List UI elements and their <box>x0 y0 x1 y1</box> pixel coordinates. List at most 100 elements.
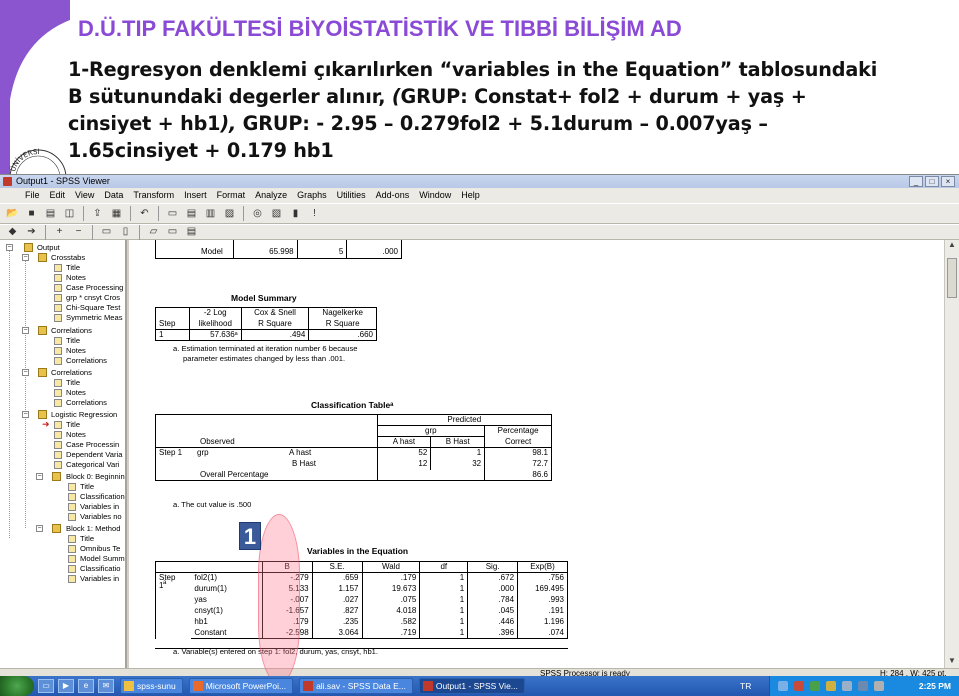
outline-item[interactable]: Title <box>66 420 80 430</box>
expand-toggle[interactable]: − <box>22 254 29 261</box>
outline-item[interactable]: Title <box>80 534 94 544</box>
menu-file[interactable]: File <box>20 188 45 203</box>
outline-item[interactable]: Dependent Varia <box>66 450 122 460</box>
taskbar-item[interactable]: spss-sunu <box>120 678 183 694</box>
export-icon[interactable]: ⇪ <box>89 206 106 222</box>
outline-item[interactable]: Case Processing <box>66 283 123 293</box>
goto-data-icon[interactable]: ▭ <box>164 206 181 222</box>
outline-item[interactable]: Logistic Regression <box>51 410 117 420</box>
outline-item[interactable]: Variables no <box>80 512 122 522</box>
outline-item[interactable]: Correlations <box>51 326 92 336</box>
network-tray-icon[interactable] <box>810 681 820 691</box>
display-tray-icon[interactable] <box>858 681 868 691</box>
expand-icon[interactable]: + <box>51 224 68 240</box>
menu-utilities[interactable]: Utilities <box>332 188 371 203</box>
volume-tray-icon[interactable] <box>842 681 852 691</box>
scroll-up-icon[interactable]: ▲ <box>945 240 959 252</box>
outline-item[interactable]: Title <box>80 482 94 492</box>
outline-item[interactable]: Output <box>37 243 60 253</box>
select-last-output-icon[interactable]: ◎ <box>249 206 266 222</box>
menu-help[interactable]: Help <box>456 188 485 203</box>
outline-item[interactable]: Categorical Vari <box>66 460 119 470</box>
insert-title-icon[interactable]: ▭ <box>164 224 181 240</box>
open-icon[interactable]: 📂 <box>4 206 21 222</box>
vertical-scrollbar[interactable]: ▲ ▼ <box>944 240 959 668</box>
expand-toggle[interactable]: − <box>22 411 29 418</box>
menu-addons[interactable]: Add-ons <box>371 188 415 203</box>
outline-item[interactable]: Correlations <box>66 356 107 366</box>
help-tray-icon[interactable] <box>778 681 788 691</box>
menu-transform[interactable]: Transform <box>128 188 179 203</box>
close-button[interactable]: × <box>941 176 955 187</box>
outline-item[interactable]: Case Processin <box>66 440 119 450</box>
taskbar-item[interactable]: Microsoft PowerPoi... <box>188 678 294 694</box>
menu-graphs[interactable]: Graphs <box>292 188 332 203</box>
outline-item[interactable]: Notes <box>66 273 86 283</box>
designate-window-icon[interactable]: ▨ <box>221 206 238 222</box>
info-icon[interactable]: ! <box>306 206 323 222</box>
usb-tray-icon[interactable] <box>874 681 884 691</box>
insert-heading-icon[interactable]: ▱ <box>145 224 162 240</box>
goto-case-icon[interactable]: ▤ <box>183 206 200 222</box>
clock[interactable]: 2:25 PM <box>919 676 951 696</box>
outline-item[interactable]: Symmetric Meas <box>66 313 123 323</box>
quicklaunch-ie-icon[interactable]: e <box>78 679 94 693</box>
menu-analyze[interactable]: Analyze <box>250 188 292 203</box>
show-icon[interactable]: ▭ <box>98 224 115 240</box>
output-viewer-pane[interactable]: Model 65.998 5 .000 Model Summary -2 Log… <box>129 240 944 668</box>
outline-item[interactable]: Omnibus Te <box>80 544 120 554</box>
outline-item[interactable]: Classificatio <box>80 564 121 574</box>
scroll-thumb[interactable] <box>947 258 957 298</box>
outline-item[interactable]: Model Summ <box>80 554 125 564</box>
collapse-icon[interactable]: − <box>70 224 87 240</box>
taskbar-item-active[interactable]: Output1 - SPSS Vie... <box>418 678 525 694</box>
antivirus-tray-icon[interactable] <box>794 681 804 691</box>
hide-icon[interactable]: ▯ <box>117 224 134 240</box>
menu-format[interactable]: Format <box>212 188 251 203</box>
outline-item[interactable]: Block 1: Method <box>66 524 120 534</box>
promote-icon[interactable]: ◆ <box>4 224 21 240</box>
outline-item[interactable]: Crosstabs <box>51 253 85 263</box>
taskbar-item[interactable]: ali.sav - SPSS Data E... <box>299 678 413 694</box>
recall-dialog-icon[interactable]: ▦ <box>108 206 125 222</box>
quicklaunch-media-icon[interactable]: ▶ <box>58 679 74 693</box>
outline-item[interactable]: Variables in <box>80 574 119 584</box>
outline-item[interactable]: Variables in <box>80 502 119 512</box>
outline-item[interactable]: Notes <box>66 430 86 440</box>
chart-icon[interactable]: ▮ <box>287 206 304 222</box>
scroll-down-icon[interactable]: ▼ <box>945 656 959 668</box>
language-indicator[interactable]: TR <box>740 676 751 696</box>
menu-insert[interactable]: Insert <box>179 188 212 203</box>
menu-edit[interactable]: Edit <box>45 188 71 203</box>
outline-item[interactable]: Chi-Square Test <box>66 303 120 313</box>
demote-icon[interactable]: ➔ <box>23 224 40 240</box>
print-preview-icon[interactable]: ◫ <box>61 206 78 222</box>
outline-item[interactable]: Title <box>66 336 80 346</box>
outline-item[interactable]: grp * cnsyt Cros <box>66 293 120 303</box>
minimize-button[interactable]: _ <box>909 176 923 187</box>
start-button[interactable] <box>0 676 34 696</box>
expand-toggle[interactable]: − <box>36 473 43 480</box>
quicklaunch-desktop-icon[interactable]: ▭ <box>38 679 54 693</box>
variables-icon[interactable]: ▥ <box>202 206 219 222</box>
menu-window[interactable]: Window <box>414 188 456 203</box>
expand-toggle[interactable]: − <box>22 369 29 376</box>
maximize-button[interactable]: □ <box>925 176 939 187</box>
insert-text-icon[interactable]: ▤ <box>183 224 200 240</box>
expand-toggle[interactable]: − <box>36 525 43 532</box>
outline-item[interactable]: Block 0: Beginnin <box>66 472 125 482</box>
outline-item[interactable]: Title <box>66 263 80 273</box>
save-icon[interactable]: ■ <box>23 206 40 222</box>
outline-item[interactable]: Correlations <box>51 368 92 378</box>
outline-item[interactable]: Correlations <box>66 398 107 408</box>
outline-item[interactable]: Notes <box>66 388 86 398</box>
expand-toggle[interactable]: − <box>6 244 13 251</box>
expand-toggle[interactable]: − <box>22 327 29 334</box>
window-titlebar[interactable]: Output1 - SPSS Viewer _ □ × <box>0 175 959 188</box>
print-icon[interactable]: ▤ <box>42 206 59 222</box>
update-tray-icon[interactable] <box>826 681 836 691</box>
dialog-icon[interactable]: ▧ <box>268 206 285 222</box>
menu-view[interactable]: View <box>70 188 99 203</box>
undo-icon[interactable]: ↶ <box>136 206 153 222</box>
outline-item[interactable]: Notes <box>66 346 86 356</box>
